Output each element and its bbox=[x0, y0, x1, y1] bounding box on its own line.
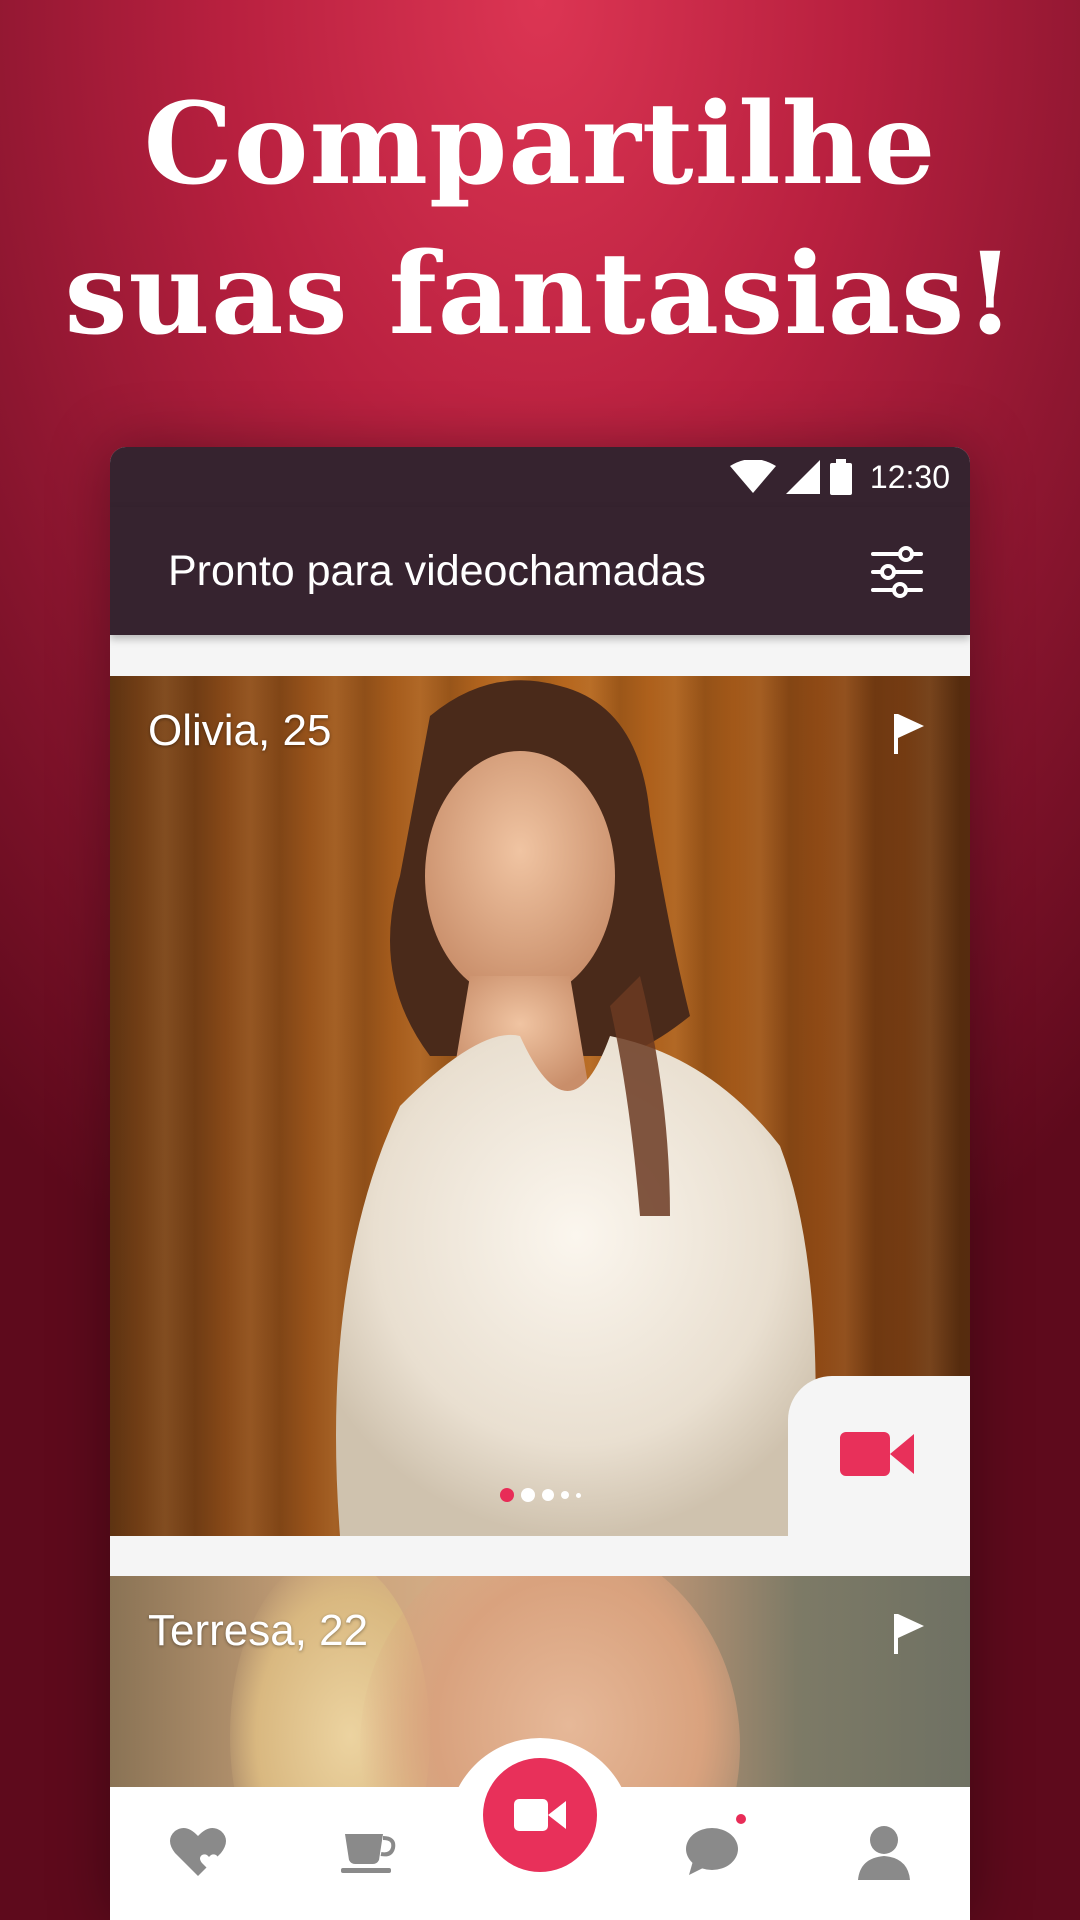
wifi-icon bbox=[729, 460, 776, 493]
video-camera-icon bbox=[514, 1799, 566, 1831]
center-video-call-button[interactable] bbox=[483, 1758, 597, 1872]
promo-headline: Compartilhe suas fantasias! bbox=[0, 70, 1080, 370]
video-call-button[interactable] bbox=[788, 1376, 970, 1536]
person-icon bbox=[858, 1826, 910, 1880]
flag-icon[interactable] bbox=[890, 712, 926, 754]
status-time: 12:30 bbox=[869, 458, 950, 495]
nav-profile[interactable] bbox=[852, 1820, 916, 1884]
app-bar: Pronto para videochamadas bbox=[110, 507, 970, 635]
pager-dot bbox=[541, 1489, 554, 1501]
signal-icon bbox=[785, 460, 820, 494]
sliders-icon[interactable] bbox=[870, 545, 924, 599]
phone-screen: 12:30 Pronto para videochamadas Olivia, … bbox=[110, 447, 970, 1920]
pager-dot bbox=[575, 1492, 581, 1498]
nav-messages[interactable] bbox=[680, 1814, 746, 1884]
headline-line-2: suas fantasias! bbox=[64, 229, 1016, 360]
flag-icon[interactable] bbox=[890, 1612, 926, 1654]
chat-bubble-icon bbox=[686, 1828, 738, 1875]
status-bar: 12:30 bbox=[110, 447, 970, 507]
video-camera-icon bbox=[840, 1432, 914, 1476]
photo-pager-dots bbox=[110, 1488, 970, 1502]
pager-dot bbox=[520, 1488, 535, 1502]
page-title: Pronto para videochamadas bbox=[168, 547, 706, 595]
profile-photo-figure bbox=[336, 680, 816, 1536]
nav-likes[interactable] bbox=[166, 1820, 230, 1884]
heart-icon bbox=[170, 1827, 226, 1876]
battery-icon bbox=[829, 459, 852, 495]
profile-name-age: Olivia, 25 bbox=[148, 706, 332, 755]
pager-dot bbox=[560, 1491, 569, 1499]
coffee-cup-icon bbox=[341, 1834, 396, 1873]
headline-line-1: Compartilhe bbox=[143, 79, 937, 210]
pager-dot-active bbox=[499, 1488, 514, 1502]
profile-name-age: Terresa, 22 bbox=[148, 1606, 369, 1655]
notification-dot bbox=[736, 1814, 746, 1824]
nav-dates[interactable] bbox=[338, 1820, 402, 1884]
